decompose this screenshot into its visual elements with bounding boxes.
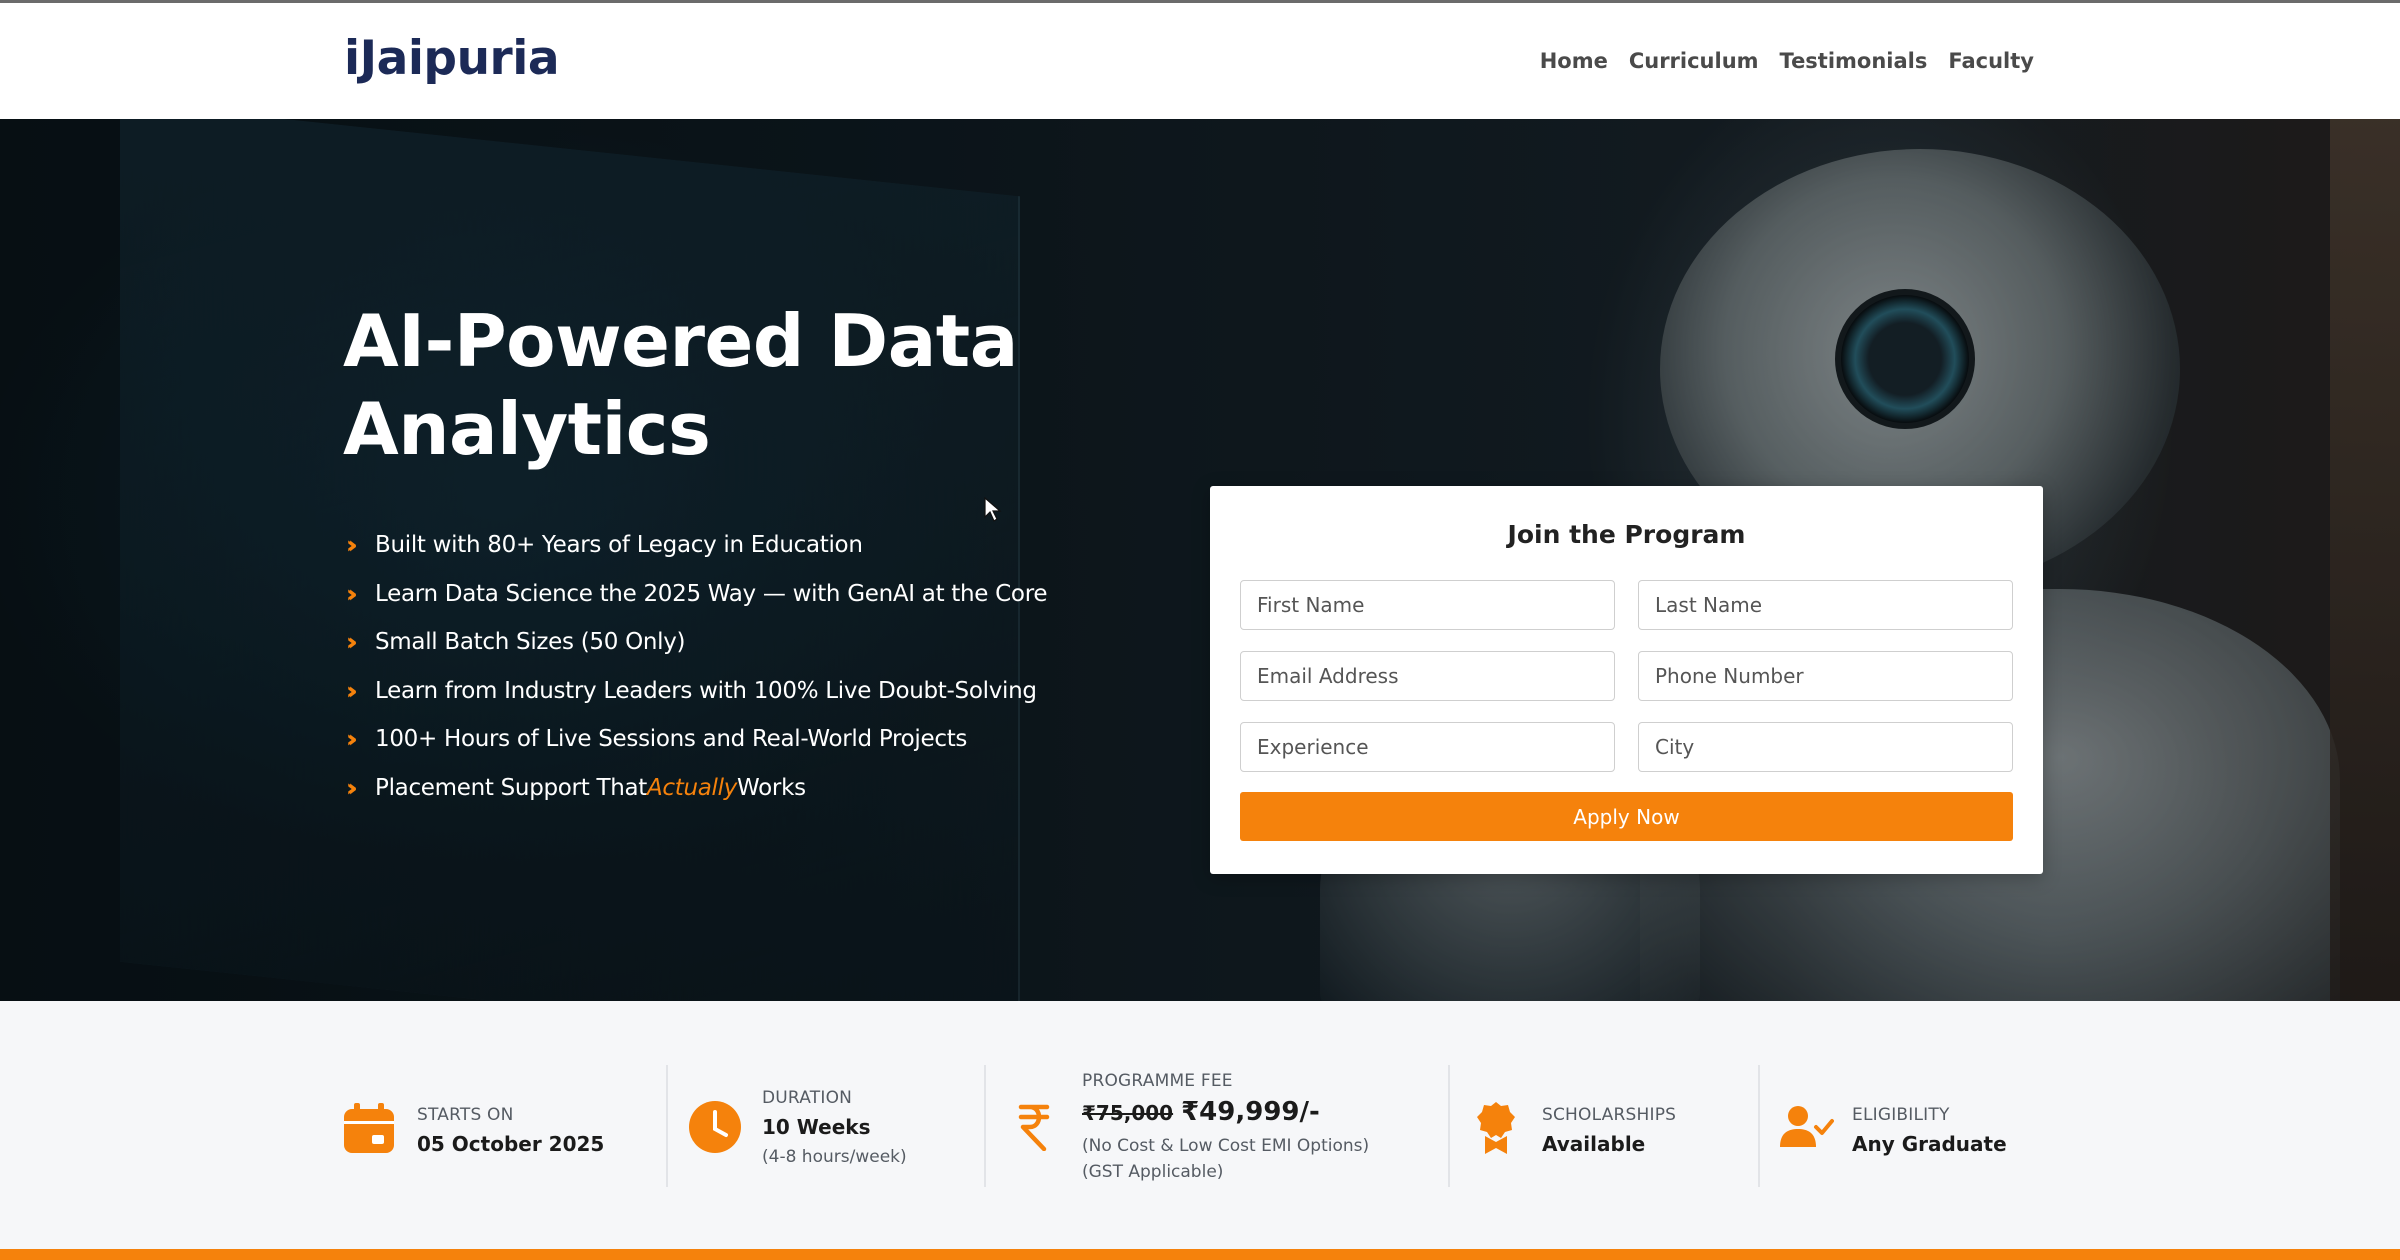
starts-on-label: STARTS ON	[417, 1105, 514, 1125]
feature-item: ›› Learn from Industry Leaders with 100% …	[346, 676, 1037, 705]
fee-price: ₹49,999/-	[1181, 1097, 1320, 1127]
rupee-icon	[1018, 1104, 1050, 1151]
apply-now-button[interactable]: Apply Now	[1240, 792, 2013, 841]
fee-prices: ₹75,000 ₹49,999/-	[1082, 1097, 1320, 1127]
fee-gst-note: (GST Applicable)	[1082, 1162, 1224, 1182]
scholarships-label: SCHOLARSHIPS	[1542, 1105, 1677, 1125]
divider	[1758, 1065, 1760, 1187]
first-name-input[interactable]	[1240, 580, 1615, 630]
city-input[interactable]	[1638, 722, 2013, 772]
main-nav: Home Curriculum Testimonials Faculty	[1540, 47, 2034, 75]
duration-label: DURATION	[762, 1088, 853, 1108]
hero-title: AI-Powered Data Analytics	[343, 299, 1018, 471]
nav-faculty[interactable]: Faculty	[1948, 47, 2034, 75]
eligibility-value: Any Graduate	[1852, 1132, 2007, 1156]
experience-select[interactable]	[1240, 722, 1615, 772]
divider	[666, 1065, 668, 1187]
duration-sub: (4-8 hours/week)	[762, 1147, 907, 1167]
feature-item: ›› Learn Data Science the 2025 Way — with…	[346, 579, 1048, 608]
divider	[984, 1065, 986, 1187]
feature-list: ›› Built with 80+ Years of Legacy in Educ…	[346, 521, 1048, 812]
clock-icon	[689, 1101, 741, 1153]
divider	[1448, 1065, 1450, 1187]
feature-item: ›› Small Batch Sizes (50 Only)	[346, 628, 686, 657]
phone-input[interactable]	[1638, 651, 2013, 701]
duration-value: 10 Weeks	[762, 1115, 871, 1139]
fee-label: PROGRAMME FEE	[1082, 1071, 1233, 1091]
feature-item: ›› Built with 80+ Years of Legacy in Educ…	[346, 531, 863, 560]
fee-emi-note: (No Cost & Low Cost EMI Options)	[1082, 1136, 1370, 1156]
programme-info-strip: STARTS ON 05 October 2025 DURATION 10 We…	[0, 1001, 2400, 1249]
feature-item: ›› 100+ Hours of Live Sessions and Real-W…	[346, 725, 968, 754]
logo[interactable]: iJaipuria	[344, 29, 560, 89]
last-name-input[interactable]	[1638, 580, 2013, 630]
chevron-right-icon: ››	[346, 579, 358, 608]
nav-curriculum[interactable]: Curriculum	[1629, 47, 1759, 75]
chevron-right-icon: ››	[346, 628, 358, 657]
user-check-icon	[1780, 1106, 1834, 1147]
feature-item: ›› Placement Support That Actually Works	[346, 773, 806, 802]
chevron-right-icon: ››	[346, 773, 358, 802]
chevron-right-icon: ››	[346, 676, 358, 705]
nav-testimonials[interactable]: Testimonials	[1780, 47, 1928, 75]
chevron-right-icon: ››	[346, 725, 358, 754]
chevron-right-icon: ››	[346, 531, 358, 560]
email-input[interactable]	[1240, 651, 1615, 701]
scholarships-value: Available	[1542, 1132, 1646, 1156]
calendar-icon	[344, 1103, 394, 1153]
enquiry-form: Join the Program Apply Now	[1210, 486, 2043, 874]
site-header: iJaipuria Home Curriculum Testimonials F…	[0, 3, 2400, 119]
form-title: Join the Program	[1507, 520, 1746, 549]
eligibility-label: ELIGIBILITY	[1852, 1105, 1950, 1125]
badge-icon	[1477, 1102, 1515, 1154]
mouse-cursor-icon	[984, 497, 1002, 522]
bottom-accent-bar	[0, 1249, 2400, 1260]
starts-on-value: 05 October 2025	[417, 1132, 605, 1156]
nav-home[interactable]: Home	[1540, 47, 1608, 75]
fee-old-price: ₹75,000	[1082, 1101, 1174, 1125]
hero-section: AI-Powered Data Analytics ›› Built with 8…	[0, 119, 2400, 1001]
